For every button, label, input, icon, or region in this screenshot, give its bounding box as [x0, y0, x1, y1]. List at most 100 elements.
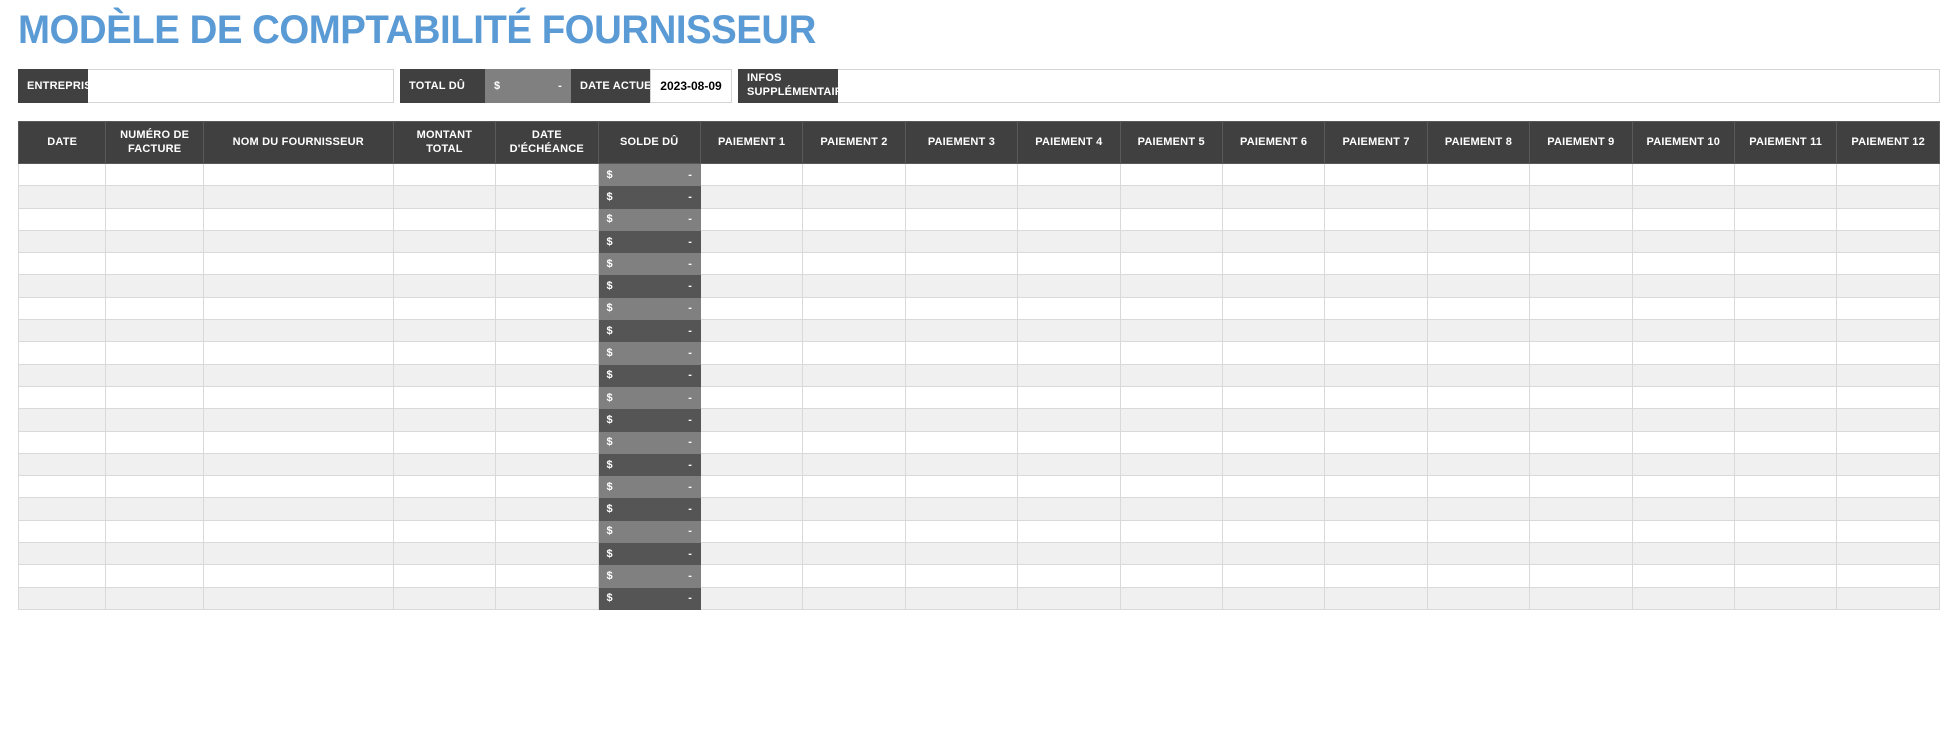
cell-payment-11[interactable] — [1733, 363, 1838, 387]
cell-payment-4[interactable] — [1017, 207, 1121, 231]
cell-payment-9[interactable] — [1529, 341, 1633, 365]
cell-payment-9[interactable] — [1529, 185, 1633, 209]
cell-total-amount[interactable] — [392, 341, 497, 365]
cell-payment-3[interactable] — [904, 252, 1019, 276]
cell-payment-6[interactable] — [1221, 319, 1326, 343]
cell-date[interactable] — [17, 452, 107, 477]
cell-payment-12[interactable] — [1836, 274, 1940, 298]
cell-payment-1[interactable] — [699, 207, 804, 231]
cell-payment-6[interactable] — [1221, 408, 1326, 432]
column-header-16[interactable]: PAIEMENT 11 — [1733, 121, 1838, 164]
cell-balance-due[interactable]: $ - — [597, 430, 701, 454]
cell-date[interactable] — [17, 564, 107, 588]
cell-payment-6[interactable] — [1221, 229, 1326, 254]
cell-payment-2[interactable] — [802, 519, 906, 544]
cell-payment-10[interactable] — [1631, 341, 1735, 365]
cell-payment-4[interactable] — [1017, 430, 1121, 454]
cell-date[interactable] — [17, 207, 107, 231]
cell-payment-7[interactable] — [1324, 586, 1428, 610]
cell-payment-11[interactable] — [1733, 452, 1838, 477]
cell-date[interactable] — [17, 319, 107, 343]
column-header-3[interactable]: MONTANT TOTAL — [392, 121, 497, 164]
cell-date[interactable] — [17, 341, 107, 365]
cell-payment-1[interactable] — [699, 519, 804, 544]
cell-payment-8[interactable] — [1426, 274, 1531, 298]
column-header-9[interactable]: PAIEMENT 4 — [1017, 121, 1121, 164]
cell-payment-10[interactable] — [1631, 274, 1735, 298]
cell-payment-6[interactable] — [1221, 452, 1326, 477]
cell-payment-6[interactable] — [1221, 341, 1326, 365]
cell-payment-6[interactable] — [1221, 542, 1326, 566]
cell-payment-5[interactable] — [1119, 564, 1223, 588]
cell-payment-8[interactable] — [1426, 408, 1531, 432]
cell-payment-7[interactable] — [1324, 207, 1428, 231]
cell-vendor-name[interactable] — [202, 408, 394, 432]
cell-payment-4[interactable] — [1017, 542, 1121, 566]
cell-payment-11[interactable] — [1733, 319, 1838, 343]
cell-payment-12[interactable] — [1836, 542, 1940, 566]
cell-vendor-name[interactable] — [202, 363, 394, 387]
cell-payment-4[interactable] — [1017, 408, 1121, 432]
cell-payment-10[interactable] — [1631, 542, 1735, 566]
cell-invoice-number[interactable] — [105, 475, 204, 499]
cell-payment-7[interactable] — [1324, 185, 1428, 209]
cell-balance-due[interactable]: $ - — [597, 341, 701, 365]
cell-payment-4[interactable] — [1017, 296, 1121, 321]
cell-payment-7[interactable] — [1324, 252, 1428, 276]
cell-payment-11[interactable] — [1733, 385, 1838, 410]
cell-vendor-name[interactable] — [202, 185, 394, 209]
column-header-5[interactable]: SOLDE DÛ — [597, 121, 701, 164]
cell-payment-10[interactable] — [1631, 185, 1735, 209]
cell-payment-2[interactable] — [802, 162, 906, 187]
cell-invoice-number[interactable] — [105, 252, 204, 276]
cell-vendor-name[interactable] — [202, 564, 394, 588]
cell-vendor-name[interactable] — [202, 497, 394, 521]
cell-payment-12[interactable] — [1836, 296, 1940, 321]
cell-payment-8[interactable] — [1426, 207, 1531, 231]
cell-payment-4[interactable] — [1017, 475, 1121, 499]
cell-total-amount[interactable] — [392, 363, 497, 387]
cell-payment-4[interactable] — [1017, 341, 1121, 365]
cell-payment-2[interactable] — [802, 408, 906, 432]
cell-vendor-name[interactable] — [202, 296, 394, 321]
cell-payment-5[interactable] — [1119, 185, 1223, 209]
cell-payment-11[interactable] — [1733, 229, 1838, 254]
cell-payment-11[interactable] — [1733, 185, 1838, 209]
cell-payment-9[interactable] — [1529, 207, 1633, 231]
cell-payment-3[interactable] — [904, 497, 1019, 521]
cell-payment-6[interactable] — [1221, 207, 1326, 231]
cell-due-date[interactable] — [495, 452, 599, 477]
column-header-8[interactable]: PAIEMENT 3 — [904, 121, 1019, 164]
cell-payment-5[interactable] — [1119, 162, 1223, 187]
cell-payment-9[interactable] — [1529, 475, 1633, 499]
cell-payment-2[interactable] — [802, 252, 906, 276]
cell-due-date[interactable] — [495, 363, 599, 387]
cell-balance-due[interactable]: $ - — [597, 185, 701, 209]
cell-date[interactable] — [17, 408, 107, 432]
cell-invoice-number[interactable] — [105, 274, 204, 298]
cell-payment-8[interactable] — [1426, 162, 1531, 187]
cell-payment-2[interactable] — [802, 185, 906, 209]
cell-balance-due[interactable]: $ - — [597, 475, 701, 499]
cell-vendor-name[interactable] — [202, 430, 394, 454]
cell-payment-3[interactable] — [904, 274, 1019, 298]
cell-payment-5[interactable] — [1119, 408, 1223, 432]
cell-payment-7[interactable] — [1324, 296, 1428, 321]
cell-payment-1[interactable] — [699, 274, 804, 298]
cell-payment-8[interactable] — [1426, 430, 1531, 454]
cell-payment-6[interactable] — [1221, 564, 1326, 588]
cell-due-date[interactable] — [495, 542, 599, 566]
cell-invoice-number[interactable] — [105, 385, 204, 410]
cell-payment-10[interactable] — [1631, 229, 1735, 254]
column-header-0[interactable]: DATE — [17, 121, 107, 164]
cell-date[interactable] — [17, 229, 107, 254]
cell-payment-4[interactable] — [1017, 385, 1121, 410]
cell-due-date[interactable] — [495, 586, 599, 610]
cell-vendor-name[interactable] — [202, 341, 394, 365]
cell-payment-10[interactable] — [1631, 564, 1735, 588]
cell-payment-9[interactable] — [1529, 586, 1633, 610]
cell-payment-1[interactable] — [699, 586, 804, 610]
cell-balance-due[interactable]: $ - — [597, 542, 701, 566]
cell-payment-5[interactable] — [1119, 519, 1223, 544]
cell-payment-10[interactable] — [1631, 296, 1735, 321]
